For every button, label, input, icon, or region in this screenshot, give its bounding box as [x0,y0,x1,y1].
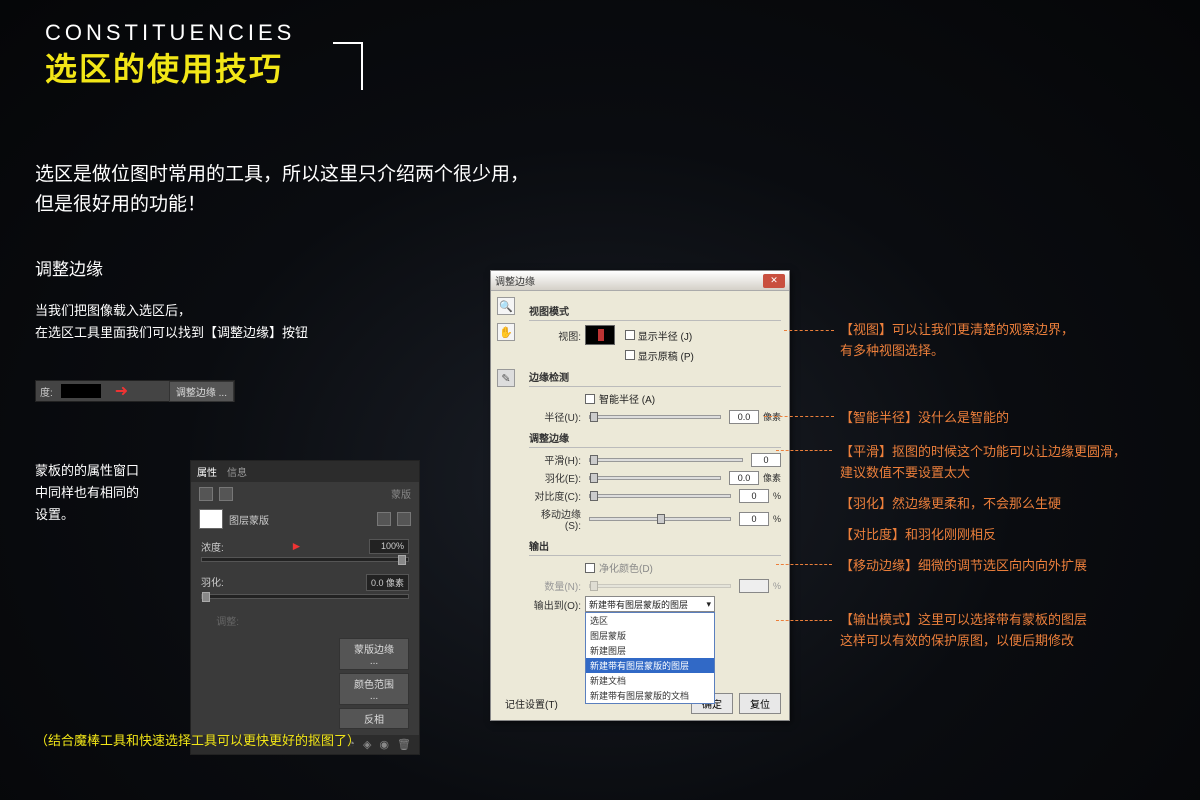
dropdown-option[interactable]: 新建文档 [586,673,714,688]
show-original-checkbox[interactable] [625,350,635,360]
dropdown-option[interactable]: 新建图层 [586,643,714,658]
show-radius-checkbox[interactable] [625,330,635,340]
contrast-input[interactable]: 0 [739,489,769,503]
toggle-mask-icon[interactable]: ◉ [379,738,389,751]
bottom-tip: （结合魔棒工具和快速选择工具可以更快更好的抠图了） [35,730,360,749]
view-preview-dropdown[interactable] [585,325,615,345]
description-1: 当我们把图像载入选区后，在选区工具里面我们可以找到【调整边缘】按钮 [35,300,308,344]
color-range-button[interactable]: 颜色范围 ... [339,673,409,705]
radius-slider[interactable] [589,415,721,419]
title-corner-decoration [333,42,363,90]
mask-type-icon[interactable] [199,487,213,501]
smooth-label: 平滑(H): [529,452,581,467]
close-icon[interactable]: ✕ [763,274,785,288]
color-swatch [61,384,101,398]
arrow-icon: ➜ [115,381,128,401]
pixel-mask-icon[interactable] [377,512,391,526]
annotations-column: 【视图】可以让我们更清楚的观察边界， 有多种视图选择。 【智能半径】没什么是智能… [840,320,1126,658]
decontaminate-label: 净化颜色(D) [599,560,653,575]
density-slider[interactable] [201,557,409,562]
section-heading-refine-edge: 调整边缘 [35,255,103,280]
title-english: CONSTITUENCIES [45,20,295,46]
mask-thumbnail[interactable] [199,509,223,529]
refine-edge-button[interactable]: 调整边缘 ... [169,381,234,402]
shift-input[interactable]: 0 [739,512,769,526]
edge-detect-group: 边缘检测 [529,369,781,387]
remember-label: 记住设置(T) [505,696,558,711]
amount-slider [589,584,731,588]
density-value[interactable]: 100% [369,539,409,554]
tolerance-label: 度: [36,384,57,399]
view-mode-group: 视图模式 [529,303,781,321]
annotation-smooth: 【平滑】抠图的时候这个功能可以让边缘更圆滑， 建议数值不要设置太大 [840,442,1126,484]
feather-label: 羽化: [201,574,224,591]
feather-value[interactable]: 0.0 像素 [366,574,409,591]
feather-slider[interactable] [589,476,721,480]
arrow-icon: ► [290,539,302,554]
brush-tool-icon[interactable]: ✎ [497,369,515,387]
feather-input[interactable]: 0.0 [729,471,759,485]
apply-mask-icon[interactable]: ◈ [363,738,371,751]
zoom-tool-icon[interactable]: 🔍 [497,297,515,315]
mask-properties-panel: 属性 信息 蒙版 图层蒙版 浓度: ► 100% 羽化: 0.0 像素 调整: 蒙… [190,460,420,755]
radius-label: 半径(U): [529,409,581,424]
mask-label: 蒙版 [391,486,411,501]
refine-edge-toolbar-snippet: 度: ➜ 调整边缘 ... [35,380,235,402]
amount-label: 数量(N): [529,578,581,593]
annotation-view: 【视图】可以让我们更清楚的观察边界， 有多种视图选择。 [840,320,1126,362]
adjust-label: 调整: [199,613,239,628]
feather-label: 羽化(E): [529,470,581,485]
output-group: 输出 [529,538,781,556]
smooth-input[interactable]: 0 [751,453,781,467]
contrast-label: 对比度(C): [529,488,581,503]
output-to-dropdown[interactable]: 选区 图层蒙版 新建图层 新建带有图层蒙版的图层 新建文档 新建带有图层蒙版的文… [585,612,715,704]
contrast-slider[interactable] [589,494,731,498]
invert-button[interactable]: 反相 [339,708,409,729]
dropdown-option[interactable]: 图层蒙版 [586,628,714,643]
radius-input[interactable]: 0.0 [729,410,759,424]
view-label: 视图: [529,328,581,343]
hand-tool-icon[interactable]: ✋ [497,323,515,341]
annotation-feather: 【羽化】然边缘更柔和，不会那么生硬 [840,494,1126,515]
feather-slider[interactable] [201,594,409,599]
mask-mode-icon[interactable] [219,487,233,501]
title-chinese: 选区的使用技巧 [45,44,295,90]
tab-info[interactable]: 信息 [227,464,247,479]
smart-radius-label: 智能半径 (A) [599,391,655,406]
adjust-edge-group: 调整边缘 [529,430,781,448]
mask-edge-button[interactable]: 蒙版边缘 ... [339,638,409,670]
show-radius-label: 显示半径 (J) [638,332,692,343]
mask-name: 图层蒙版 [229,512,269,527]
show-original-label: 显示原稿 (P) [638,352,694,363]
description-2: 蒙板的的属性窗口中同样也有相同的设置。 [35,460,139,526]
smooth-slider[interactable] [589,458,743,462]
density-label: 浓度: [201,539,224,554]
amount-input [739,579,769,593]
dropdown-option-selected[interactable]: 新建带有图层蒙版的图层 [586,658,714,673]
tab-properties[interactable]: 属性 [197,464,217,479]
dropdown-option[interactable]: 选区 [586,613,714,628]
decontaminate-checkbox[interactable] [585,563,595,573]
smart-radius-checkbox[interactable] [585,394,595,404]
dropdown-option[interactable]: 新建带有图层蒙版的文档 [586,688,714,703]
refine-edge-dialog: 调整边缘 ✕ 🔍 ✋ ✎ 视图模式 视图: 显示半径 (J) 显示原稿 (P) … [490,270,790,721]
intro-text: 选区是做位图时常用的工具，所以这里只介绍两个很少用，但是很好用的功能！ [35,160,529,221]
annotation-contrast: 【对比度】和羽化刚刚相反 [840,525,1126,546]
shift-slider[interactable] [589,517,731,521]
annotation-smart-radius: 【智能半径】没什么是智能的 [840,408,1126,429]
shift-label: 移动边缘(S): [529,506,581,532]
vector-mask-icon[interactable] [397,512,411,526]
dialog-title: 调整边缘 [495,273,535,288]
annotation-output: 【输出模式】这里可以选择带有蒙板的图层 这样可以有效的保护原图，以便后期修改 [840,610,1126,652]
output-to-label: 输出到(O): [529,597,581,612]
chevron-down-icon: ▾ [706,599,711,610]
annotation-shift: 【移动边缘】细微的调节选区向内向外扩展 [840,556,1126,577]
output-to-select[interactable]: 新建带有图层蒙版的图层▾ [585,596,715,612]
delete-mask-icon[interactable]: 🗑 [397,738,411,751]
reset-button[interactable]: 复位 [739,693,781,714]
